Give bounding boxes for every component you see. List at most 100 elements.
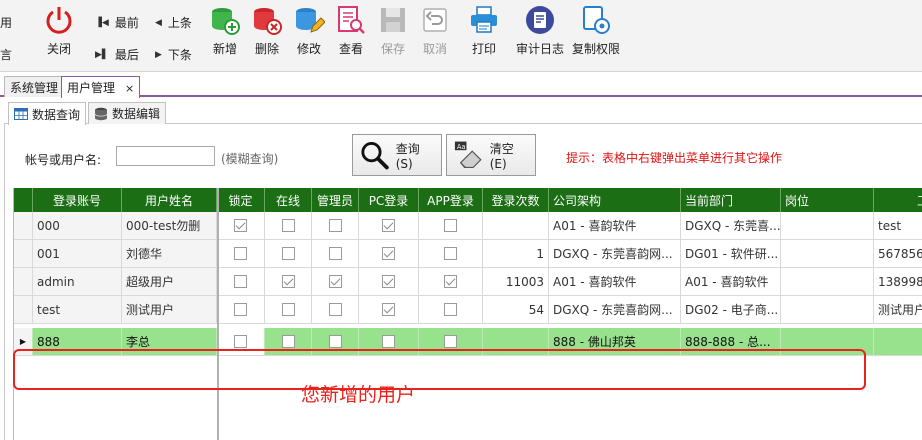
clear-button[interactable]: Aa 清空(E) [446, 134, 536, 176]
close-icon[interactable]: × [125, 82, 134, 95]
checkbox-app[interactable] [444, 275, 457, 288]
checkbox-pc[interactable] [382, 303, 395, 316]
cell-company[interactable]: A01 - 喜韵软件 [549, 212, 681, 240]
table-row[interactable]: 001 刘德华 1 DGXQ - 东莞喜韵网... DG01 - 软件研... 56785… [14, 240, 922, 268]
cell-post[interactable] [781, 296, 874, 324]
tab-system-management[interactable]: 系统管理 [4, 76, 65, 97]
cell-post[interactable] [781, 240, 874, 268]
checkbox-app[interactable] [444, 303, 457, 316]
cell-extra[interactable]: 1389988 [874, 268, 922, 296]
cell-extra[interactable]: 测试用户 [874, 296, 922, 324]
close-button[interactable]: 关闭 [38, 4, 80, 64]
cell-account[interactable]: test [33, 296, 122, 324]
cell-count[interactable]: 54 [483, 296, 549, 324]
cell-count[interactable]: 11003 [483, 268, 549, 296]
checkbox-pc[interactable] [382, 219, 395, 232]
last-icon: ▶▌ [95, 49, 109, 60]
checkbox-locked[interactable] [234, 247, 247, 260]
checkbox-online[interactable] [281, 219, 295, 232]
delete-button[interactable]: 删除 [246, 4, 288, 64]
cell-count[interactable]: 1 [483, 240, 549, 268]
prev-record-button[interactable]: ◀ 上条 [155, 14, 192, 31]
checkbox-app[interactable] [444, 219, 457, 232]
cell-dept[interactable]: A01 - 喜韵软件 [681, 268, 781, 296]
checkbox-locked[interactable] [234, 275, 247, 288]
first-record-button[interactable]: ▐◀ 最前 [95, 14, 139, 31]
col-header-locked[interactable]: 锁定 [217, 188, 265, 212]
cell-account[interactable]: 001 [33, 240, 122, 268]
col-header-online[interactable]: 在线 [265, 188, 312, 212]
checkbox-online[interactable] [281, 275, 295, 288]
col-header-admin[interactable]: 管理员 [312, 188, 359, 212]
checkbox-pc[interactable] [382, 275, 395, 288]
checkbox-admin[interactable] [328, 275, 342, 288]
table-row[interactable]: admin超级用户11003A01 - 喜韵软件A01 - 喜韵软件138998… [14, 268, 922, 296]
row-indicator[interactable] [14, 212, 33, 240]
checkbox-locked[interactable] [234, 335, 247, 348]
tab-user-management[interactable]: 用户管理 × [61, 76, 141, 98]
frozen-column-divider [217, 188, 219, 440]
cell-name[interactable]: 刘德华 [122, 240, 217, 268]
cell-name[interactable]: 测试用户 [122, 296, 217, 324]
cell-extra[interactable]: 5678568 [874, 240, 922, 268]
cell-extra[interactable] [874, 328, 922, 356]
search-button[interactable]: 查询(S) [352, 134, 442, 176]
checkbox-locked[interactable] [234, 303, 247, 316]
col-header-extra[interactable]: 工 [874, 188, 922, 212]
checkbox-locked[interactable] [234, 219, 247, 232]
edit-button[interactable]: 修改 [288, 4, 330, 64]
account-or-name-input[interactable] [116, 146, 215, 166]
checkbox-admin[interactable] [328, 247, 342, 260]
col-header-username[interactable]: 用户姓名 [122, 188, 217, 212]
cell-company[interactable]: A01 - 喜韵软件 [549, 268, 681, 296]
view-button[interactable]: 查看 [330, 4, 372, 64]
print-button[interactable]: 打印 [463, 4, 505, 64]
cancel-button[interactable]: 取消 [414, 4, 456, 64]
cell-post[interactable] [781, 212, 874, 240]
cell-post[interactable] [781, 268, 874, 296]
col-header-department[interactable]: 当前部门 [681, 188, 781, 212]
checkbox-admin[interactable] [328, 303, 342, 316]
audit-log-button[interactable]: 审计日志 [516, 4, 564, 64]
cell-name[interactable]: 000-test勿删 [122, 212, 217, 240]
table-row[interactable]: test 测试用户 54 DGXQ - 东莞喜韵网... DG02 - 电子商... 测试… [14, 296, 922, 324]
checkbox-app[interactable] [444, 247, 457, 260]
cell-dept[interactable]: DGXQ - 东莞喜... [681, 212, 781, 240]
save-button[interactable]: 保存 [372, 4, 414, 64]
table-row[interactable]: 000 000-test勿删 A01 - 喜韵软件 DGXQ - 东莞喜... test [14, 212, 922, 240]
copy-permission-button[interactable]: 复制权限 [572, 4, 620, 64]
add-button[interactable]: 新增 [204, 4, 246, 64]
col-header-login-count[interactable]: 登录次数 [483, 188, 549, 212]
checkbox-pc[interactable] [382, 335, 395, 348]
checkbox-pc[interactable] [382, 247, 395, 260]
cell-company[interactable]: DGXQ - 东莞喜韵网... [549, 296, 681, 324]
row-indicator[interactable] [14, 240, 33, 268]
checkbox-online[interactable] [281, 247, 295, 260]
tab-data-edit[interactable]: 数据编辑 [88, 102, 167, 124]
checkbox-online[interactable] [281, 335, 295, 348]
cell-company[interactable]: DGXQ - 东莞喜韵网... [549, 240, 681, 268]
cell-pc [359, 240, 419, 268]
cell-dept[interactable]: DG01 - 软件研... [681, 240, 781, 268]
cell-dept[interactable]: DG02 - 电子商... [681, 296, 781, 324]
cell-extra[interactable]: test [874, 212, 922, 240]
col-header-post[interactable]: 岗位 [781, 188, 874, 212]
tab-data-query[interactable]: 数据查询 [8, 102, 87, 125]
cell-count[interactable] [483, 212, 549, 240]
checkbox-app[interactable] [444, 335, 457, 348]
col-header-account[interactable]: 登录账号 [33, 188, 122, 212]
checkbox-admin[interactable] [328, 335, 342, 348]
row-indicator[interactable] [14, 268, 33, 296]
col-header-company[interactable]: 公司架构 [549, 188, 681, 212]
col-header-app-login[interactable]: APP登录 [419, 188, 483, 212]
row-indicator[interactable] [14, 296, 33, 324]
cell-account[interactable]: admin [33, 268, 122, 296]
checkbox-online[interactable] [281, 303, 295, 316]
last-record-button[interactable]: ▶▌ 最后 [95, 46, 139, 63]
checkbox-admin[interactable] [328, 219, 342, 232]
cell-pc [359, 212, 419, 240]
cell-account[interactable]: 000 [33, 212, 122, 240]
next-record-button[interactable]: ▶ 下条 [155, 46, 192, 63]
cell-name[interactable]: 超级用户 [122, 268, 217, 296]
col-header-pc-login[interactable]: PC登录 [359, 188, 419, 212]
